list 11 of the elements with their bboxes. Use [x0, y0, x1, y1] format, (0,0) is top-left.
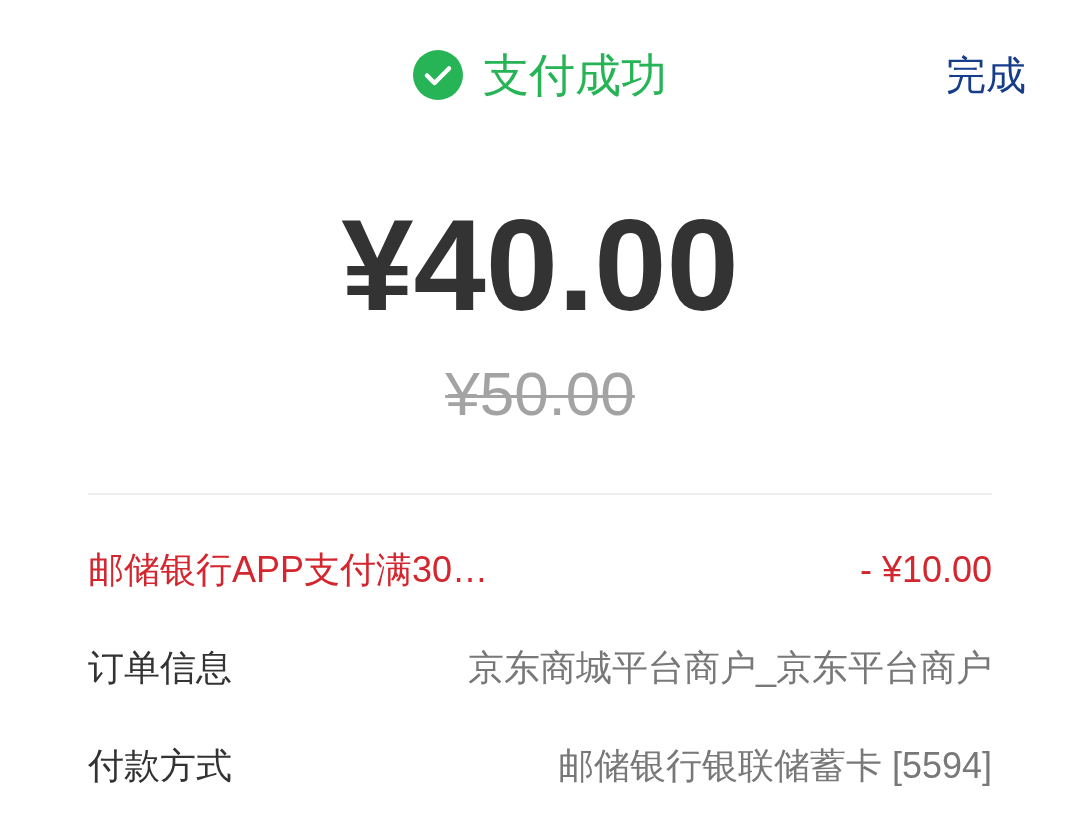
- detail-value: 邮储银行银联储蓄卡 [5594]: [557, 744, 992, 788]
- payment-status-title: 支付成功: [483, 48, 667, 103]
- detail-label: 付款方式: [88, 744, 232, 788]
- discount-label: 邮储银行APP支付满30…: [88, 548, 489, 592]
- done-button[interactable]: 完成: [946, 50, 1026, 100]
- detail-value: 京东商城平台商户_京东平台商户: [467, 646, 992, 690]
- check-circle-icon: [413, 50, 463, 100]
- paid-amount: ¥40.00: [341, 200, 739, 330]
- original-price: ¥50.00: [445, 363, 635, 425]
- detail-label: 订单信息: [88, 646, 232, 690]
- discount-amount: - ¥10.00: [859, 548, 992, 592]
